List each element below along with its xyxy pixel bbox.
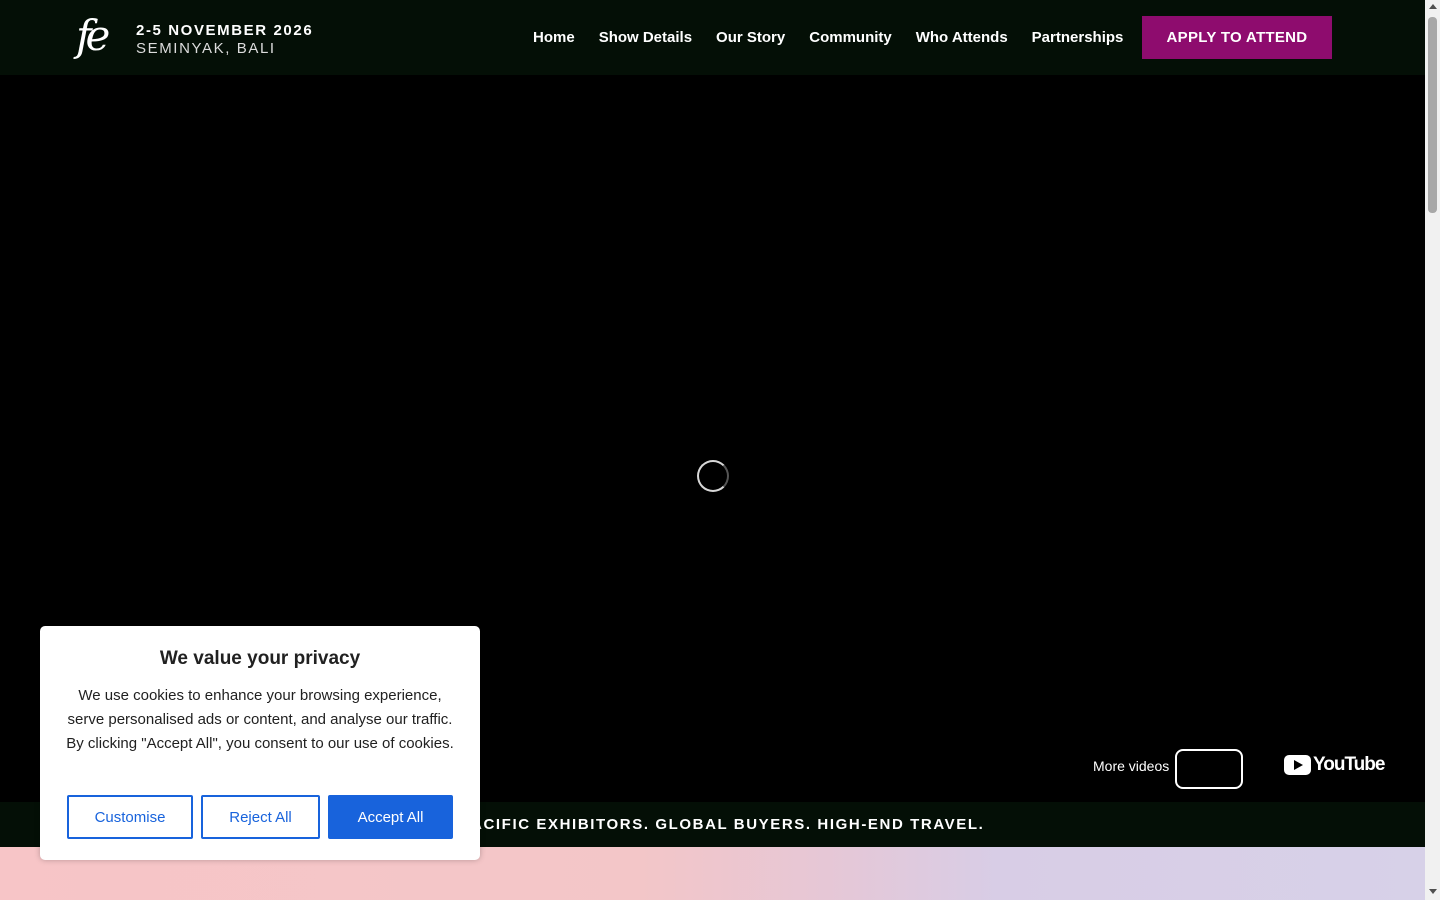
more-videos-label[interactable]: More videos xyxy=(1093,758,1169,774)
scroll-down-arrow-icon[interactable] xyxy=(1429,889,1437,894)
apply-to-attend-button[interactable]: APPLY TO ATTEND xyxy=(1142,16,1332,59)
nav-who-attends[interactable]: Who Attends xyxy=(916,29,1008,46)
ticker-text: PACIFIC EXHIBITORS. GLOBAL BUYERS. HIGH-… xyxy=(460,816,985,833)
event-info: 2-5 NOVEMBER 2026 SEMINYAK, BALI xyxy=(136,22,313,57)
nav-community[interactable]: Community xyxy=(809,29,892,46)
nav-partnerships[interactable]: Partnerships xyxy=(1032,29,1124,46)
nav-our-story[interactable]: Our Story xyxy=(716,29,785,46)
reject-all-button[interactable]: Reject All xyxy=(201,795,320,839)
customise-button[interactable]: Customise xyxy=(67,795,193,839)
more-videos-button[interactable] xyxy=(1175,749,1243,789)
cookie-title: We value your privacy xyxy=(159,648,361,669)
event-date: 2-5 NOVEMBER 2026 xyxy=(136,22,314,39)
cookie-description: We use cookies to enhance your browsing … xyxy=(66,687,454,752)
youtube-logo[interactable]: YouTube xyxy=(1284,754,1385,776)
scroll-up-arrow-icon[interactable] xyxy=(1429,4,1437,9)
site-header: fe 2-5 NOVEMBER 2026 SEMINYAK, BALI Home… xyxy=(0,0,1425,75)
youtube-play-icon xyxy=(1284,755,1311,775)
cookie-consent-banner: We value your privacy We use cookies to … xyxy=(40,626,480,860)
main-nav: Home Show Details Our Story Community Wh… xyxy=(533,0,1147,75)
nav-show-details[interactable]: Show Details xyxy=(599,29,692,46)
page-scrollbar[interactable] xyxy=(1425,0,1440,900)
event-location: SEMINYAK, BALI xyxy=(136,40,276,57)
nav-home[interactable]: Home xyxy=(533,29,575,46)
youtube-wordmark: YouTube xyxy=(1313,754,1385,775)
accept-all-button[interactable]: Accept All xyxy=(328,795,453,839)
site-logo[interactable]: fe xyxy=(76,14,116,62)
loading-spinner-icon xyxy=(697,460,729,492)
scroll-thumb[interactable] xyxy=(1428,17,1437,213)
